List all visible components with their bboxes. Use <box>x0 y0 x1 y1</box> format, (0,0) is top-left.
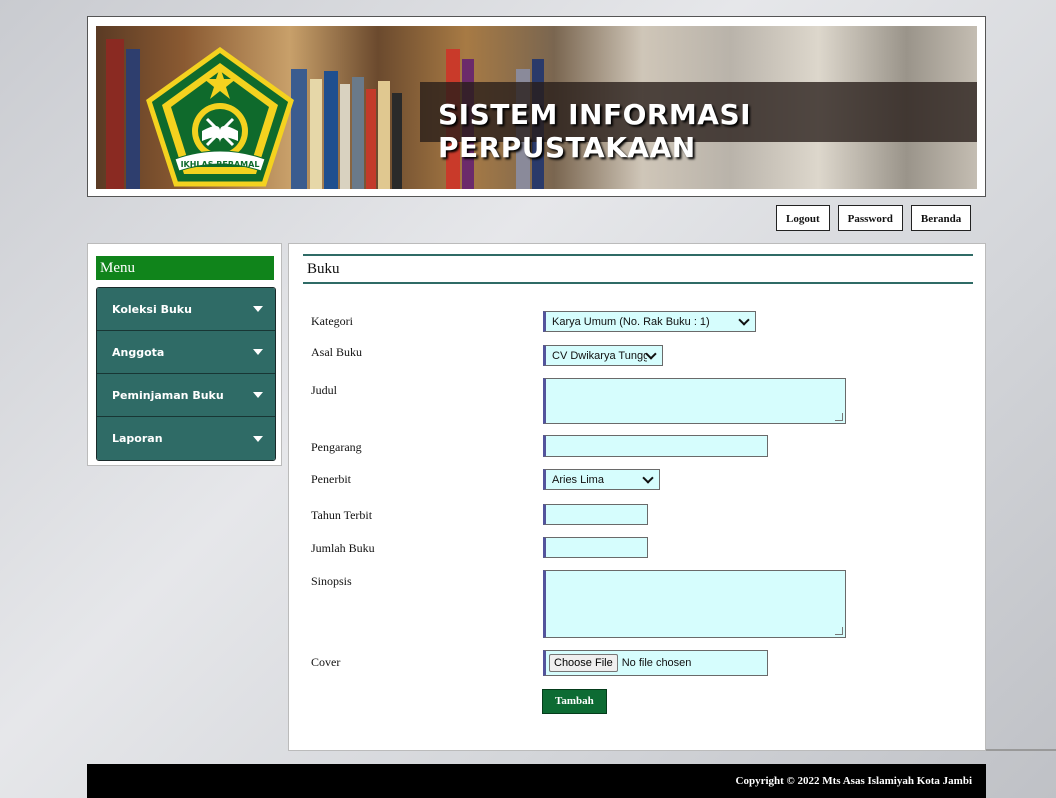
logout-button[interactable]: Logout <box>776 205 830 231</box>
sidebar-item-label: Peminjaman Buku <box>112 388 224 402</box>
sidebar-item-label: Koleksi Buku <box>112 302 192 316</box>
sidebar-item-laporan[interactable]: Laporan <box>97 417 275 460</box>
jumlah-buku-input[interactable] <box>543 537 648 558</box>
menu-list: Koleksi Buku Anggota Peminjaman Buku Lap… <box>96 287 276 461</box>
asal-buku-value: CV Dwikarya Tungg <box>552 349 648 362</box>
file-status: No file chosen <box>621 657 692 669</box>
banner-image: SISTEM INFORMASI PERPUSTAKAAN IKHLAS BER… <box>96 26 977 189</box>
asal-buku-select[interactable]: CV Dwikarya Tungg <box>543 345 663 366</box>
kategori-select[interactable]: Karya Umum (No. Rak Buku : 1) <box>543 311 756 332</box>
tahun-terbit-label: Tahun Terbit <box>311 508 373 522</box>
judul-label: Judul <box>311 383 338 397</box>
tambah-button[interactable]: Tambah <box>542 689 607 714</box>
choose-file-button[interactable]: Choose File <box>549 654 618 672</box>
page-title: Buku <box>303 254 973 284</box>
resize-handle-icon[interactable] <box>835 627 843 635</box>
cover-file-input[interactable]: Choose File No file chosen <box>543 650 768 676</box>
kategori-label: Kategori <box>311 314 353 328</box>
asal-buku-label: Asal Buku <box>311 345 362 359</box>
pengarang-input[interactable] <box>543 435 768 457</box>
penerbit-label: Penerbit <box>311 472 351 486</box>
menu-title: Menu <box>96 256 274 280</box>
judul-textarea[interactable] <box>543 378 846 424</box>
footer: Copyright © 2022 Mts Asas Islamiyah Kota… <box>87 764 986 798</box>
main-content: Buku Kategori Karya Umum (No. Rak Buku :… <box>288 243 986 751</box>
jumlah-buku-label: Jumlah Buku <box>311 541 375 555</box>
caret-down-icon <box>253 349 263 355</box>
system-title: SISTEM INFORMASI PERPUSTAKAAN <box>438 98 752 164</box>
kategori-value: Karya Umum (No. Rak Buku : 1) <box>552 315 710 328</box>
chevron-down-icon <box>642 472 654 484</box>
caret-down-icon <box>253 435 263 442</box>
top-navigation: Logout Password Beranda <box>776 205 972 231</box>
logo-motto: IKHLAS BERAMAL <box>181 160 260 169</box>
pengarang-label: Pengarang <box>311 440 362 454</box>
resize-handle-icon[interactable] <box>835 413 843 421</box>
header-banner-frame: SISTEM INFORMASI PERPUSTAKAAN IKHLAS BER… <box>87 16 986 197</box>
sidebar-item-anggota[interactable]: Anggota <box>97 331 275 374</box>
beranda-button[interactable]: Beranda <box>910 205 972 231</box>
sidebar-item-label: Laporan <box>112 432 163 445</box>
sidebar-item-koleksi-buku[interactable]: Koleksi Buku <box>97 288 275 331</box>
divider <box>986 749 1056 751</box>
copyright-text: Copyright © 2022 Mts Asas Islamiyah Kota… <box>735 775 972 787</box>
cover-label: Cover <box>311 655 341 669</box>
penerbit-select[interactable]: Aries Lima <box>543 469 660 490</box>
caret-down-icon <box>253 306 263 312</box>
caret-down-icon <box>253 392 263 398</box>
sinopsis-textarea[interactable] <box>543 570 846 638</box>
sidebar-item-peminjaman-buku[interactable]: Peminjaman Buku <box>97 374 275 417</box>
chevron-down-icon <box>645 348 657 360</box>
chevron-down-icon <box>738 314 750 326</box>
password-button[interactable]: Password <box>837 205 903 231</box>
sinopsis-label: Sinopsis <box>311 574 352 588</box>
penerbit-value: Aries Lima <box>552 473 604 486</box>
ministry-logo: IKHLAS BERAMAL <box>146 47 294 187</box>
tahun-terbit-input[interactable] <box>543 504 648 525</box>
sidebar-item-label: Anggota <box>112 345 165 359</box>
sidebar: Menu Koleksi Buku Anggota Peminjaman Buk… <box>87 243 282 466</box>
